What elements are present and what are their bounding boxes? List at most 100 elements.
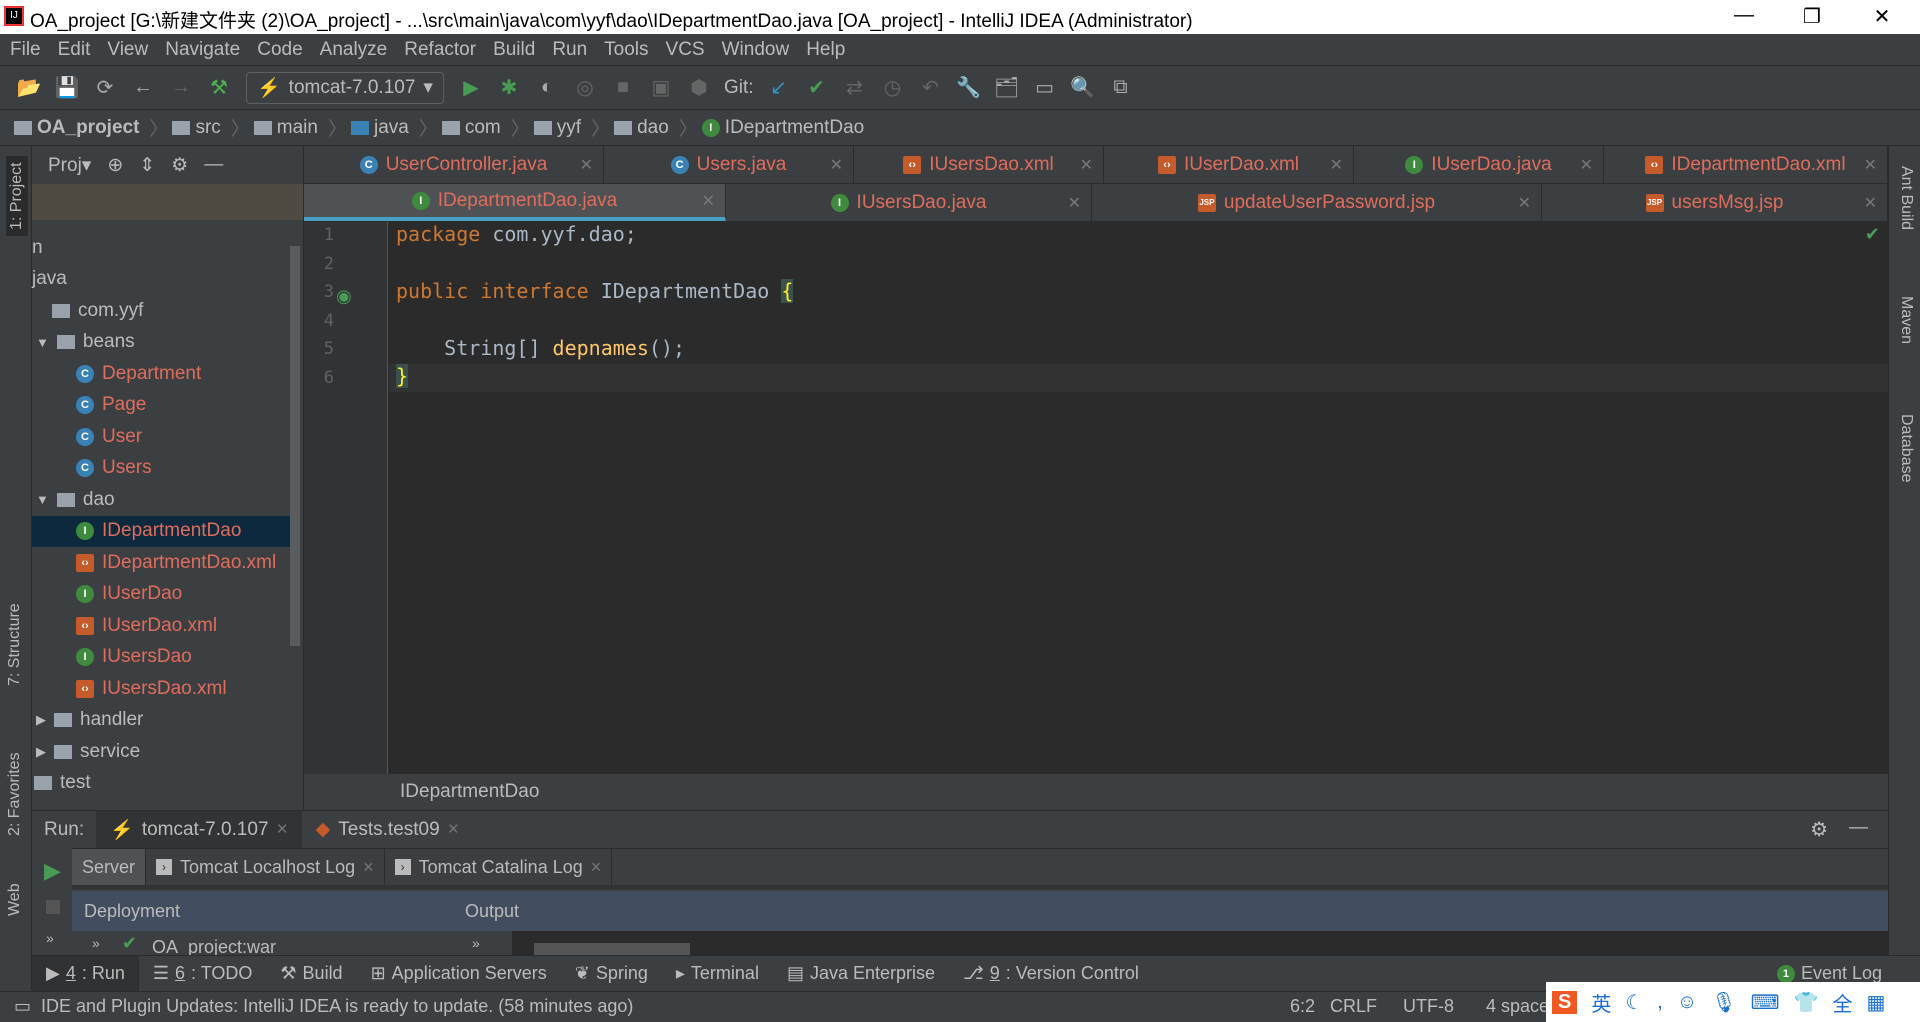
close-icon[interactable]: ✕ bbox=[1864, 155, 1877, 175]
chevron-right-icon[interactable]: ▶ bbox=[36, 744, 46, 760]
ime-mode[interactable]: 英 bbox=[1591, 988, 1611, 1017]
editor-tab[interactable]: I IUserDao.java ✕ bbox=[1354, 146, 1604, 183]
run-tab-tests[interactable]: ◆ Tests.test09 × bbox=[302, 811, 473, 848]
menu-run[interactable]: Run bbox=[552, 39, 587, 61]
tree-item[interactable]: ▼ dao bbox=[32, 484, 290, 515]
tree-item[interactable]: I IUsersDao bbox=[32, 642, 290, 673]
crumb-com[interactable]: com bbox=[441, 117, 501, 139]
close-icon[interactable]: ✕ bbox=[1080, 155, 1093, 175]
hide-icon[interactable]: — bbox=[1849, 817, 1868, 839]
bottom-tab[interactable]: ❦ Spring bbox=[561, 956, 662, 991]
tree-item[interactable]: I IUserDao bbox=[32, 579, 290, 610]
emoji-icon[interactable]: ☺ bbox=[1677, 991, 1697, 1014]
project-view-dropdown[interactable]: Proj▾ bbox=[48, 154, 91, 177]
gear-icon[interactable]: ⚙ bbox=[171, 154, 188, 177]
editor-tab[interactable]: ‹› IDepartmentDao.xml ✕ bbox=[1604, 146, 1888, 183]
chevron-down-icon[interactable]: ▼ bbox=[36, 492, 49, 507]
deploy-icon[interactable]: ▣ bbox=[642, 75, 680, 100]
sync-icon[interactable]: ⟳ bbox=[86, 75, 124, 100]
run-tab-tomcat[interactable]: ⚡ tomcat-7.0.107 × bbox=[96, 811, 302, 848]
forward-icon[interactable]: → bbox=[162, 76, 200, 99]
line-separator[interactable]: CRLF bbox=[1330, 996, 1377, 1017]
close-icon[interactable]: × bbox=[591, 857, 602, 878]
tree-item[interactable]: C Page bbox=[32, 390, 290, 421]
tree-item[interactable]: ▶ service bbox=[32, 736, 290, 767]
grid-icon[interactable]: ▦ bbox=[1866, 990, 1885, 1015]
bottom-tab[interactable]: ▸ Terminal bbox=[662, 956, 773, 991]
bottom-tab[interactable]: ☰ 6: TODO bbox=[139, 956, 267, 991]
project-structure-icon[interactable]: 🗂 bbox=[988, 75, 1026, 100]
tree-scrollbar[interactable] bbox=[290, 246, 300, 646]
menu-file[interactable]: File bbox=[10, 39, 41, 61]
menu-window[interactable]: Window bbox=[722, 39, 790, 61]
crumb-idepartmentdao[interactable]: I IDepartmentDao bbox=[701, 117, 864, 139]
menu-analyze[interactable]: Analyze bbox=[320, 39, 388, 61]
tree-item[interactable]: ‹› IUsersDao.xml bbox=[32, 673, 290, 704]
restore-button[interactable]: ❐ bbox=[1792, 4, 1832, 29]
chevron-down-icon[interactable]: ▼ bbox=[36, 335, 49, 350]
menu-vcs[interactable]: VCS bbox=[666, 39, 705, 61]
crumb-src[interactable]: src bbox=[172, 117, 221, 139]
editor-tab[interactable]: I IUsersDao.java ✕ bbox=[726, 184, 1092, 221]
close-icon[interactable]: ✕ bbox=[1580, 155, 1593, 175]
crumb-dao[interactable]: dao bbox=[614, 117, 669, 139]
tree-item[interactable]: I IDepartmentDao bbox=[32, 515, 290, 547]
chevron-right-icon[interactable]: ▶ bbox=[36, 712, 46, 728]
hide-icon[interactable]: — bbox=[204, 154, 223, 176]
menu-refactor[interactable]: Refactor bbox=[404, 39, 476, 61]
subtab-catalina-log[interactable]: › Tomcat Catalina Log × bbox=[385, 849, 613, 885]
indent-setting[interactable]: 4 space bbox=[1486, 996, 1549, 1017]
bottom-tab[interactable]: ▤ Java Enterprise bbox=[773, 956, 949, 991]
build-hammer-icon[interactable]: ⚒ bbox=[200, 75, 238, 100]
expand-icon[interactable]: » bbox=[46, 930, 54, 946]
collapse-icon[interactable]: ⇕ bbox=[139, 154, 155, 177]
revert-icon[interactable]: ↶ bbox=[912, 75, 950, 100]
stop-icon[interactable] bbox=[46, 900, 60, 914]
back-icon[interactable]: ← bbox=[124, 76, 162, 99]
close-icon[interactable]: ✕ bbox=[1864, 193, 1877, 213]
minimize-button[interactable]: — bbox=[1724, 4, 1764, 27]
debug-icon[interactable]: ✱ bbox=[490, 75, 528, 100]
translate-icon[interactable]: ⧉ bbox=[1102, 76, 1140, 99]
editor-tab[interactable]: ‹› IUserDao.xml ✕ bbox=[1104, 146, 1354, 183]
editor-breadcrumb-item[interactable]: IDepartmentDao bbox=[400, 781, 539, 803]
tree-item[interactable]: C User bbox=[32, 421, 290, 452]
close-icon[interactable]: ✕ bbox=[580, 155, 593, 175]
coverage-icon[interactable]: ◐ bbox=[528, 76, 566, 99]
keyboard-icon[interactable]: ⌨ bbox=[1751, 990, 1780, 1015]
editor-tab[interactable]: I IDepartmentDao.java ✕ bbox=[304, 184, 726, 221]
tool-favorites[interactable]: 2: Favorites bbox=[6, 752, 24, 836]
editor-tab[interactable]: C UserController.java ✕ bbox=[304, 146, 604, 183]
editor-tab[interactable]: JSP updateUserPassword.jsp ✕ bbox=[1092, 184, 1542, 221]
tree-item[interactable]: java bbox=[32, 264, 290, 295]
save-icon[interactable]: 💾 bbox=[48, 75, 86, 100]
locate-icon[interactable]: ⊕ bbox=[107, 154, 123, 177]
tool-structure[interactable]: 7: Structure bbox=[6, 603, 24, 686]
bottom-tab[interactable]: ▶ 4: Run bbox=[32, 956, 139, 991]
run-icon[interactable]: ▶ bbox=[44, 858, 61, 884]
crumb-java[interactable]: java bbox=[350, 117, 409, 139]
editor-tab[interactable]: ‹› IUsersDao.xml ✕ bbox=[854, 146, 1104, 183]
editor-tab[interactable]: C Users.java ✕ bbox=[604, 146, 854, 183]
implementations-gutter-icon[interactable]: ◉ bbox=[336, 286, 352, 307]
run-config-dropdown[interactable]: ⚡ tomcat-7.0.107 ▾ bbox=[246, 71, 444, 104]
terminal-icon[interactable]: ▭ bbox=[1026, 75, 1064, 100]
search-icon[interactable]: 🔍 bbox=[1064, 75, 1102, 100]
tree-item[interactable]: ▼ beans bbox=[32, 327, 290, 358]
close-icon[interactable]: ✕ bbox=[702, 191, 715, 211]
mic-icon[interactable]: 🎙 bbox=[1711, 990, 1736, 1015]
git-commit-icon[interactable]: ✔ bbox=[798, 75, 836, 100]
tool-ant-build[interactable]: Ant Build bbox=[1897, 166, 1915, 230]
file-encoding[interactable]: UTF-8 bbox=[1403, 996, 1454, 1017]
tool-project[interactable]: 1: Project bbox=[6, 156, 28, 236]
bottom-tab[interactable]: ⎇ 9: Version Control bbox=[949, 956, 1153, 991]
crumb-project[interactable]: OA_project bbox=[14, 117, 139, 139]
tool-web[interactable]: Web bbox=[6, 883, 24, 916]
close-icon[interactable]: × bbox=[363, 857, 374, 878]
tool-maven[interactable]: Maven bbox=[1897, 296, 1915, 344]
close-icon[interactable]: ✕ bbox=[1518, 193, 1531, 213]
profile-icon[interactable]: ◎ bbox=[566, 75, 604, 100]
close-icon[interactable]: ✕ bbox=[1068, 193, 1081, 213]
menu-edit[interactable]: Edit bbox=[58, 39, 91, 61]
status-message[interactable]: IDE and Plugin Updates: IntelliJ IDEA is… bbox=[41, 996, 633, 1017]
